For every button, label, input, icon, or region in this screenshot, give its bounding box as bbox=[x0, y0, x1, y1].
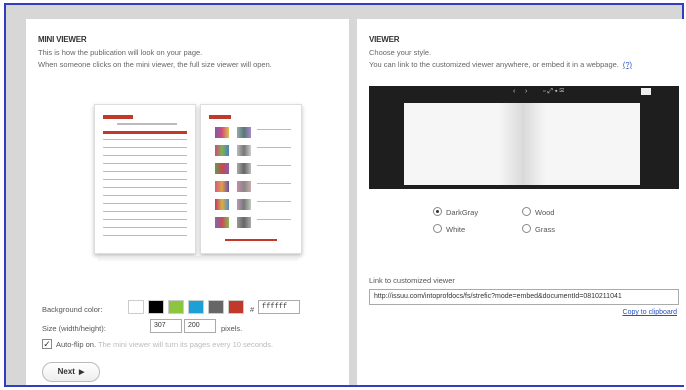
viewer-right-page bbox=[522, 103, 640, 185]
style-label-wood: Wood bbox=[535, 208, 555, 217]
preview-right-page bbox=[200, 104, 302, 254]
viewer-panel: VIEWER Choose your style. You can link t… bbox=[357, 19, 685, 385]
style-label-white: White bbox=[446, 225, 466, 234]
autoflip-checkbox[interactable]: ✓ bbox=[42, 339, 52, 349]
viewer-desc-line2: You can link to the customized viewer an… bbox=[369, 59, 679, 71]
radio-darkgray[interactable] bbox=[433, 207, 442, 216]
text-line bbox=[257, 129, 291, 130]
color-swatch[interactable] bbox=[228, 300, 244, 314]
mini-viewer-title: MINI VIEWER bbox=[38, 35, 87, 44]
viewer-desc-line1: Choose your style. bbox=[369, 48, 432, 57]
text-line bbox=[103, 235, 187, 236]
text-line bbox=[257, 219, 291, 220]
viewer-toolbar: ‹ › ▫ ⤢ ▪ ✉ bbox=[369, 86, 679, 99]
embed-link-input[interactable]: http://issuu.com/intoprofdocs/fs/strefic… bbox=[369, 289, 679, 305]
text-line bbox=[103, 227, 187, 228]
radio-white[interactable] bbox=[433, 224, 442, 233]
text-line bbox=[103, 171, 187, 172]
style-label-grass: Grass bbox=[535, 225, 556, 234]
style-option-white[interactable]: White bbox=[433, 224, 465, 234]
text-line bbox=[257, 165, 291, 166]
style-option-grass[interactable]: Grass bbox=[522, 224, 555, 234]
color-swatch-thumb bbox=[215, 181, 229, 192]
text-line bbox=[257, 147, 291, 148]
hex-color-input[interactable]: ffffff bbox=[258, 300, 300, 314]
autoflip-text: Auto-flip on. The mini viewer will turn … bbox=[56, 340, 273, 349]
background-color-label: Background color: bbox=[42, 305, 103, 314]
table-header-bar bbox=[103, 131, 187, 134]
color-swatch[interactable] bbox=[128, 300, 144, 314]
text-line bbox=[257, 201, 291, 202]
text-line bbox=[103, 155, 187, 156]
help-link[interactable]: (?) bbox=[623, 60, 632, 69]
copy-to-clipboard-link[interactable]: Copy to clipboard bbox=[623, 309, 677, 316]
color-swatch-thumb bbox=[215, 163, 229, 174]
mini-viewer-description: This is how the publication will look on… bbox=[38, 47, 348, 71]
autoflip-label: Auto-flip on. bbox=[56, 340, 97, 349]
text-line bbox=[103, 187, 187, 188]
color-swatch-thumb bbox=[237, 181, 251, 192]
mini-viewer-desc-line1: This is how the publication will look on… bbox=[38, 48, 203, 57]
color-swatch[interactable] bbox=[148, 300, 164, 314]
text-line bbox=[103, 179, 187, 180]
text-line bbox=[103, 139, 187, 140]
next-page-icon[interactable]: › bbox=[525, 88, 527, 95]
text-line bbox=[257, 183, 291, 184]
text-line bbox=[103, 163, 187, 164]
pixels-label: pixels. bbox=[221, 324, 243, 333]
style-option-wood[interactable]: Wood bbox=[522, 207, 554, 217]
page-header-logo bbox=[209, 115, 231, 119]
width-input[interactable]: 307 bbox=[150, 319, 182, 333]
viewer-tools-icons[interactable]: ▫ ⤢ ▪ ✉ bbox=[543, 88, 564, 96]
viewer-description: Choose your style. You can link to the c… bbox=[369, 47, 679, 71]
hex-hash-label: # bbox=[250, 305, 255, 314]
book-shadow bbox=[98, 256, 298, 262]
page-frame: MINI VIEWER This is how the publication … bbox=[4, 3, 685, 387]
style-option-darkgray[interactable]: DarkGray bbox=[433, 207, 478, 217]
color-swatch-thumb bbox=[215, 199, 229, 210]
play-icon: ▶ bbox=[78, 369, 85, 376]
viewer-left-page bbox=[404, 103, 522, 185]
viewer-preview[interactable]: ‹ › ▫ ⤢ ▪ ✉ bbox=[369, 86, 679, 189]
text-line bbox=[103, 203, 187, 204]
size-label: Size (width/height): bbox=[42, 324, 106, 333]
link-label: Link to customized viewer bbox=[369, 276, 455, 285]
footer-bar bbox=[225, 239, 277, 241]
color-swatch-thumb bbox=[215, 127, 229, 138]
height-input[interactable]: 200 bbox=[184, 319, 216, 333]
viewer-logo-icon bbox=[641, 88, 651, 95]
color-swatch-thumb bbox=[215, 217, 229, 228]
style-label-darkgray: DarkGray bbox=[446, 208, 479, 217]
radio-grass[interactable] bbox=[522, 224, 531, 233]
color-swatch[interactable] bbox=[208, 300, 224, 314]
viewer-title: VIEWER bbox=[369, 35, 400, 44]
text-line bbox=[103, 195, 187, 196]
color-swatch-thumb bbox=[237, 199, 251, 210]
color-swatch-thumb bbox=[237, 163, 251, 174]
mini-viewer-panel: MINI VIEWER This is how the publication … bbox=[26, 19, 349, 385]
color-swatch[interactable] bbox=[168, 300, 184, 314]
next-button[interactable]: Next ▶ bbox=[42, 362, 100, 382]
next-button-label: Next bbox=[57, 367, 75, 376]
text-line bbox=[103, 147, 187, 148]
text-line bbox=[103, 219, 187, 220]
color-swatch[interactable] bbox=[188, 300, 204, 314]
page-header-logo bbox=[103, 115, 133, 119]
autoflip-note: The mini viewer will turn its pages ever… bbox=[97, 340, 274, 349]
text-line bbox=[103, 211, 187, 212]
color-swatch-thumb bbox=[237, 127, 251, 138]
mini-viewer-desc-line2: When someone clicks on the mini viewer, … bbox=[38, 60, 272, 69]
color-swatch-thumb bbox=[237, 145, 251, 156]
radio-wood[interactable] bbox=[522, 207, 531, 216]
color-swatch-thumb bbox=[215, 145, 229, 156]
viewer-desc-line2-text: You can link to the customized viewer an… bbox=[369, 60, 619, 69]
text-line bbox=[117, 123, 177, 125]
prev-page-icon[interactable]: ‹ bbox=[513, 88, 515, 95]
preview-left-page bbox=[94, 104, 196, 254]
mini-viewer-preview[interactable] bbox=[94, 104, 304, 264]
color-swatch-thumb bbox=[237, 217, 251, 228]
